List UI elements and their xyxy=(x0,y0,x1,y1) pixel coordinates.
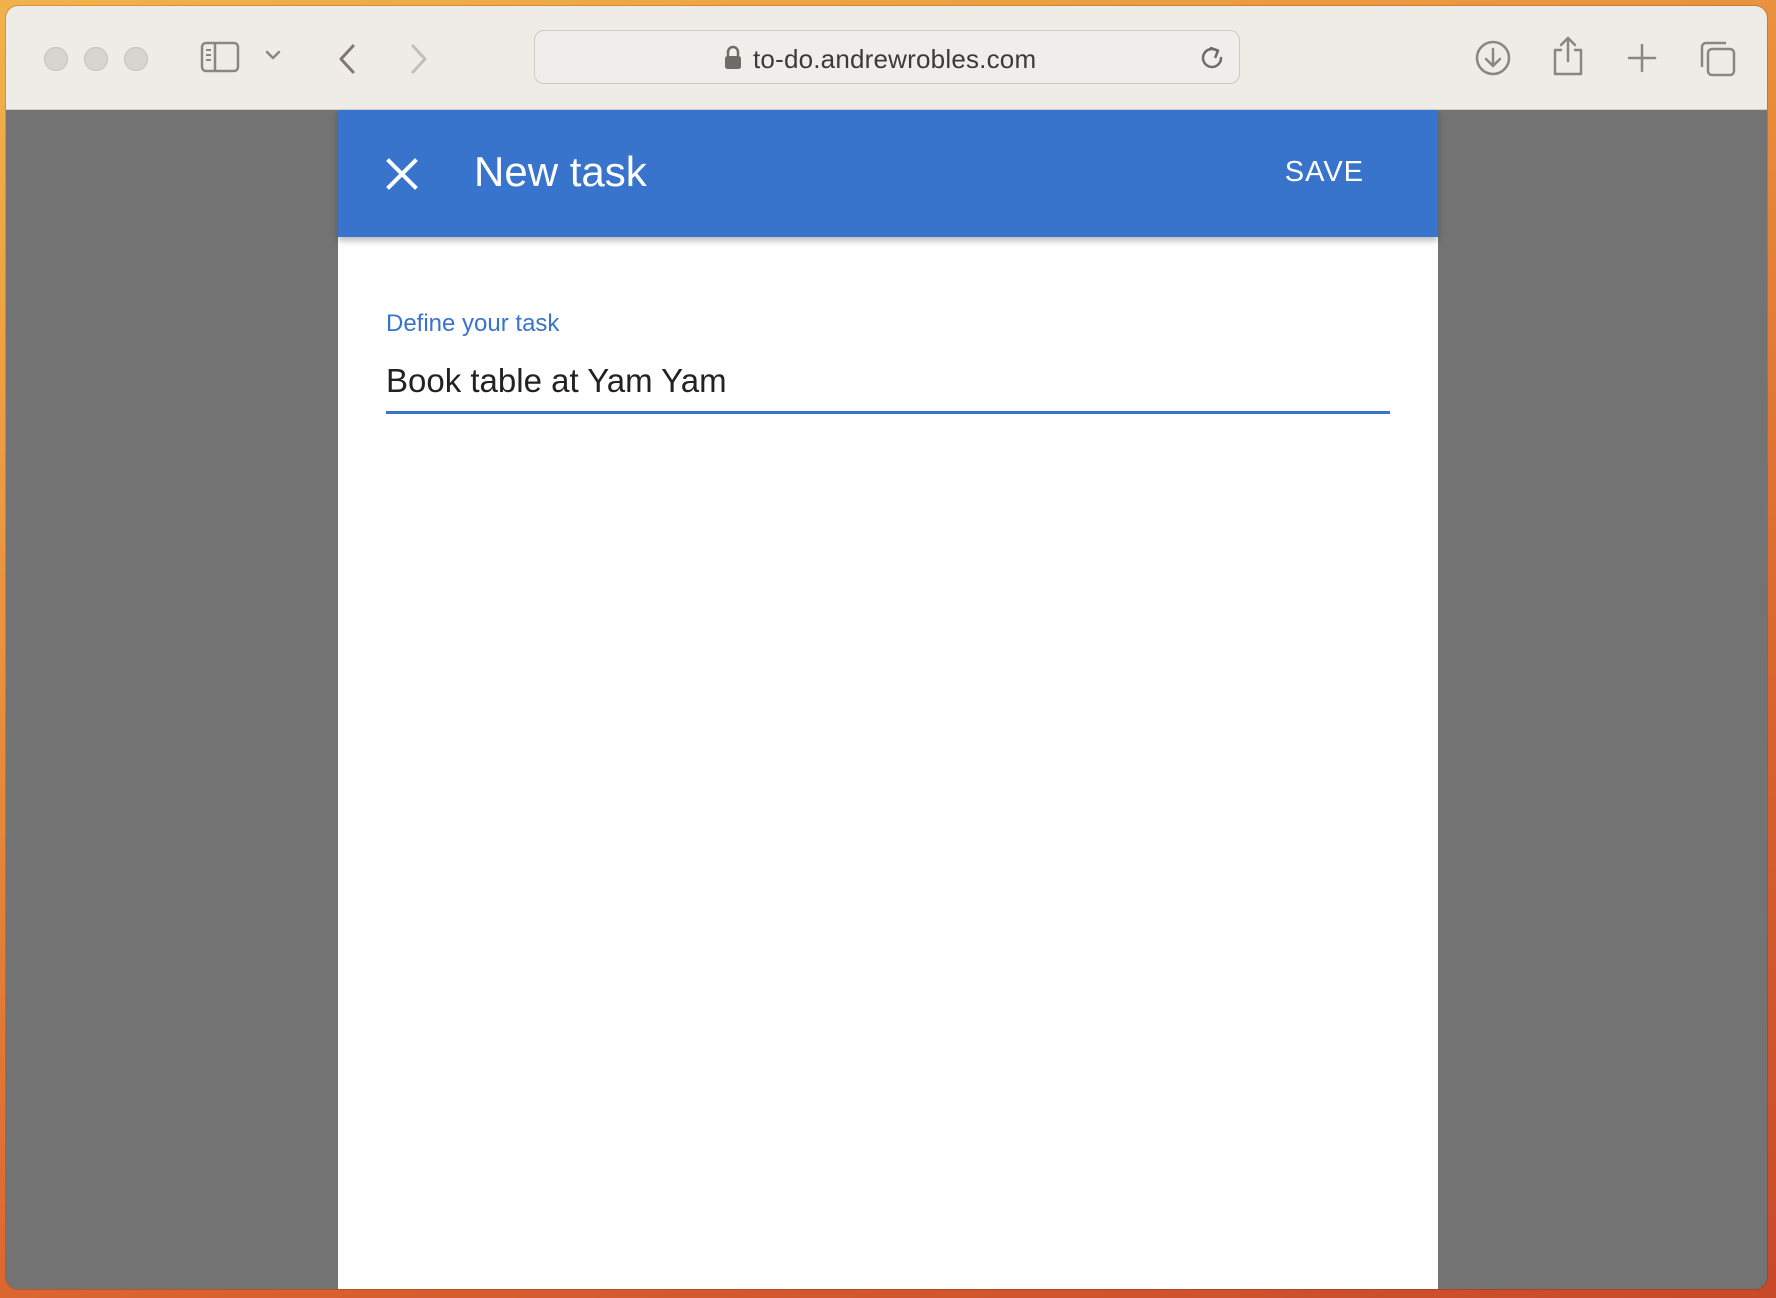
reload-icon[interactable] xyxy=(1197,43,1227,78)
window-zoom-button[interactable] xyxy=(124,47,148,71)
plus-icon[interactable] xyxy=(1626,42,1658,74)
download-icon[interactable] xyxy=(1474,39,1512,77)
browser-window: to-do.andrewrobles.com New task SAVE Def… xyxy=(6,6,1767,1289)
window-minimize-button[interactable] xyxy=(84,47,108,71)
back-icon[interactable] xyxy=(336,42,358,76)
browser-toolbar: to-do.andrewrobles.com xyxy=(6,6,1767,110)
sidebar-icon[interactable] xyxy=(200,40,240,74)
page-content: New task SAVE Define your task xyxy=(6,110,1767,1289)
new-task-dialog: New task SAVE Define your task xyxy=(338,110,1438,1289)
tab-overview-icon[interactable] xyxy=(1698,39,1738,79)
share-icon[interactable] xyxy=(1550,34,1586,78)
dialog-title: New task xyxy=(474,148,647,195)
close-icon[interactable] xyxy=(384,156,420,192)
lock-icon xyxy=(723,45,743,76)
window-close-button[interactable] xyxy=(44,47,68,71)
save-button[interactable]: SAVE xyxy=(1285,156,1364,189)
task-field-label: Define your task xyxy=(386,310,560,337)
dialog-app-bar: New task SAVE xyxy=(338,110,1438,237)
task-input[interactable] xyxy=(386,350,1390,414)
forward-icon[interactable] xyxy=(408,42,430,76)
address-bar[interactable]: to-do.andrewrobles.com xyxy=(534,30,1240,84)
chevron-down-icon[interactable] xyxy=(264,48,282,62)
url-text: to-do.andrewrobles.com xyxy=(753,44,1037,74)
